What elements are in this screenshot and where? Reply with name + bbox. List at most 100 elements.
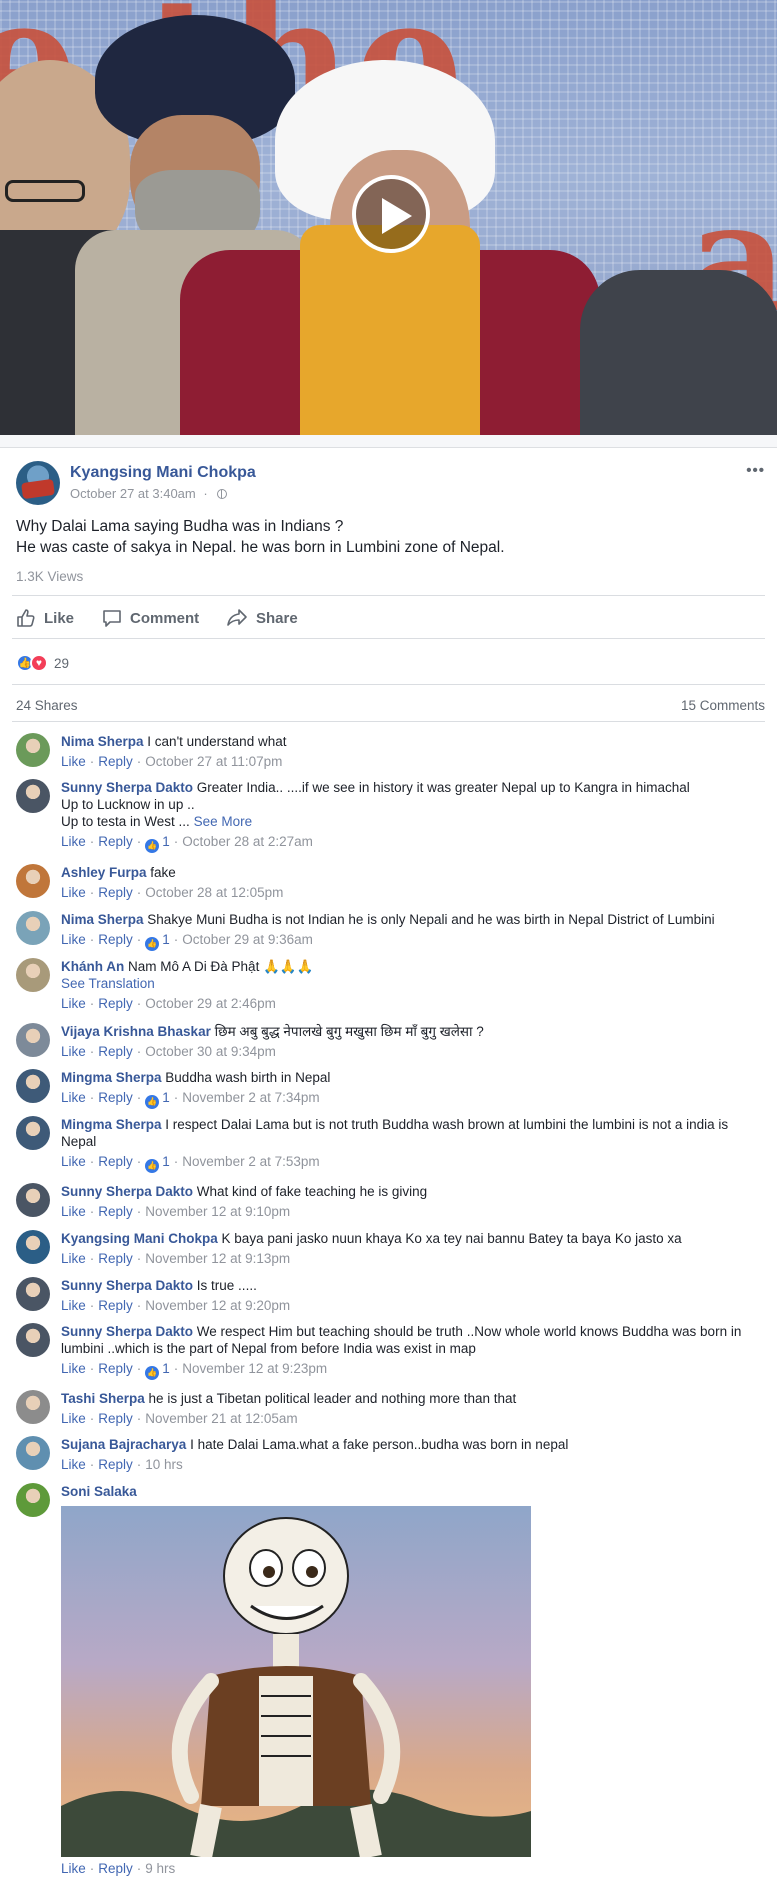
comment-timestamp[interactable]: October 30 at 9:34pm — [145, 1044, 276, 1059]
comment-timestamp[interactable]: November 12 at 9:13pm — [145, 1251, 290, 1266]
comment-timestamp[interactable]: November 21 at 12:05am — [145, 1411, 297, 1426]
see-more-link[interactable]: See More — [194, 814, 253, 829]
comment-timestamp[interactable]: October 29 at 2:46pm — [145, 996, 276, 1011]
comment-reply-link[interactable]: Reply — [98, 1861, 133, 1876]
comment-like-link[interactable]: Like — [61, 1204, 86, 1219]
comment-reply-link[interactable]: Reply — [98, 1251, 133, 1266]
comment-author[interactable]: Sunny Sherpa Dakto — [61, 1184, 193, 1199]
comment-text: छिम अबु बुद्ध नेपालखे बुगु मखुसा छिम माँ… — [214, 1024, 484, 1039]
comment-avatar[interactable] — [16, 864, 50, 898]
comment-reply-link[interactable]: Reply — [98, 834, 133, 849]
like-button[interactable]: Like — [16, 608, 74, 628]
comment-timestamp[interactable]: October 28 at 2:27am — [182, 834, 313, 849]
comment-like-link[interactable]: Like — [61, 1861, 86, 1876]
comment-like-count[interactable]: 1 — [162, 834, 170, 849]
reactions-summary[interactable]: 👍 ♥ 29 — [16, 654, 69, 672]
comment-like-link[interactable]: Like — [61, 932, 86, 947]
comment-like-count[interactable]: 1 — [162, 1154, 170, 1169]
comment-timestamp[interactable]: November 2 at 7:53pm — [182, 1154, 319, 1169]
comment-body: Tashi Sherpa he is just a Tibetan politi… — [61, 1390, 761, 1427]
comment-reply-link[interactable]: Reply — [98, 754, 133, 769]
comment-like-link[interactable]: Like — [61, 885, 86, 900]
comment-like-link[interactable]: Like — [61, 834, 86, 849]
comment-avatar[interactable] — [16, 1069, 50, 1103]
comment-avatar[interactable] — [16, 779, 50, 813]
shares-count[interactable]: 24 Shares — [16, 698, 78, 713]
comment-timestamp[interactable]: November 12 at 9:20pm — [145, 1298, 290, 1313]
comment-reply-link[interactable]: Reply — [98, 1411, 133, 1426]
comment-like-link[interactable]: Like — [61, 1361, 86, 1376]
see-translation-link[interactable]: See Translation — [61, 975, 761, 992]
comment-avatar[interactable] — [16, 958, 50, 992]
comment-like-link[interactable]: Like — [61, 1044, 86, 1059]
comment-timestamp[interactable]: 9 hrs — [145, 1861, 175, 1876]
comment-like-link[interactable]: Like — [61, 1457, 86, 1472]
comment-avatar[interactable] — [16, 1023, 50, 1057]
comment-author[interactable]: Mingma Sherpa — [61, 1070, 162, 1085]
comment-author[interactable]: Kyangsing Mani Chokpa — [61, 1231, 218, 1246]
comment-like-link[interactable]: Like — [61, 1251, 86, 1266]
comment-like-link[interactable]: Like — [61, 754, 86, 769]
comment-timestamp[interactable]: November 2 at 7:34pm — [182, 1090, 319, 1105]
comment-timestamp[interactable]: November 12 at 9:10pm — [145, 1204, 290, 1219]
post-timestamp[interactable]: October 27 at 3:40am · — [70, 486, 228, 501]
comment-avatar[interactable] — [16, 1230, 50, 1264]
play-button[interactable] — [352, 175, 430, 253]
comment-avatar[interactable] — [16, 733, 50, 767]
comment-timestamp[interactable]: October 28 at 12:05pm — [145, 885, 283, 900]
comment-reply-link[interactable]: Reply — [98, 1204, 133, 1219]
comment-avatar[interactable] — [16, 1323, 50, 1357]
comment-author[interactable]: Nima Sherpa — [61, 734, 144, 749]
comment-author[interactable]: Sunny Sherpa Dakto — [61, 1324, 193, 1339]
comment-like-link[interactable]: Like — [61, 1090, 86, 1105]
comment-like-link[interactable]: Like — [61, 996, 86, 1011]
comment-like-link[interactable]: Like — [61, 1154, 86, 1169]
comment-timestamp[interactable]: October 27 at 11:07pm — [145, 754, 282, 769]
comment-timestamp[interactable]: November 12 at 9:23pm — [182, 1361, 327, 1376]
comment-author[interactable]: Sujana Bajracharya — [61, 1437, 186, 1452]
comment-author[interactable]: Ashley Furpa — [61, 865, 147, 880]
comment-button[interactable]: Comment — [102, 608, 199, 628]
comment-reply-link[interactable]: Reply — [98, 1361, 133, 1376]
comment-author[interactable]: Mingma Sherpa — [61, 1117, 162, 1132]
comment-body: Sunny Sherpa Dakto Greater India.. ....i… — [61, 779, 761, 853]
comment-like-link[interactable]: Like — [61, 1298, 86, 1313]
comment-reply-link[interactable]: Reply — [98, 996, 133, 1011]
comment-timestamp[interactable]: 10 hrs — [145, 1457, 183, 1472]
comment-like-link[interactable]: Like — [61, 1411, 86, 1426]
post-card: Kyangsing Mani Chokpa October 27 at 3:40… — [0, 447, 777, 1896]
comment-author[interactable]: Tashi Sherpa — [61, 1391, 145, 1406]
comment-avatar[interactable] — [16, 911, 50, 945]
share-button[interactable]: Share — [226, 608, 298, 628]
comment-reply-link[interactable]: Reply — [98, 932, 133, 947]
comment-avatar[interactable] — [16, 1390, 50, 1424]
post-time-text[interactable]: October 27 at 3:40am — [70, 486, 196, 501]
author-avatar[interactable] — [16, 461, 60, 505]
comment-reply-link[interactable]: Reply — [98, 1298, 133, 1313]
comment-reply-link[interactable]: Reply — [98, 1457, 133, 1472]
comment-author[interactable]: Sunny Sherpa Dakto — [61, 780, 193, 795]
author-name[interactable]: Kyangsing Mani Chokpa — [70, 464, 256, 482]
skeleton-gif-image[interactable] — [61, 1506, 531, 1857]
comment-reply-link[interactable]: Reply — [98, 1090, 133, 1105]
comment-author[interactable]: Sunny Sherpa Dakto — [61, 1278, 193, 1293]
comment-avatar[interactable] — [16, 1483, 50, 1517]
comment-like-count[interactable]: 1 — [162, 1361, 170, 1376]
comment-like-count[interactable]: 1 — [162, 932, 170, 947]
comment-author[interactable]: Khánh An — [61, 959, 124, 974]
comment-avatar[interactable] — [16, 1116, 50, 1150]
comment-reply-link[interactable]: Reply — [98, 885, 133, 900]
comment-reply-link[interactable]: Reply — [98, 1154, 133, 1169]
video-player[interactable]: e the a — [0, 0, 777, 435]
comment-avatar[interactable] — [16, 1436, 50, 1470]
comment-like-count[interactable]: 1 — [162, 1090, 170, 1105]
comment-avatar[interactable] — [16, 1183, 50, 1217]
comment-author[interactable]: Nima Sherpa — [61, 912, 144, 927]
comment-author[interactable]: Soni Salaka — [61, 1484, 137, 1499]
comment-author[interactable]: Vijaya Krishna Bhaskar — [61, 1024, 211, 1039]
comments-count[interactable]: 15 Comments — [681, 698, 765, 713]
comment-timestamp[interactable]: October 29 at 9:36am — [182, 932, 313, 947]
comment-avatar[interactable] — [16, 1277, 50, 1311]
more-options-icon[interactable]: ••• — [746, 462, 765, 479]
comment-reply-link[interactable]: Reply — [98, 1044, 133, 1059]
